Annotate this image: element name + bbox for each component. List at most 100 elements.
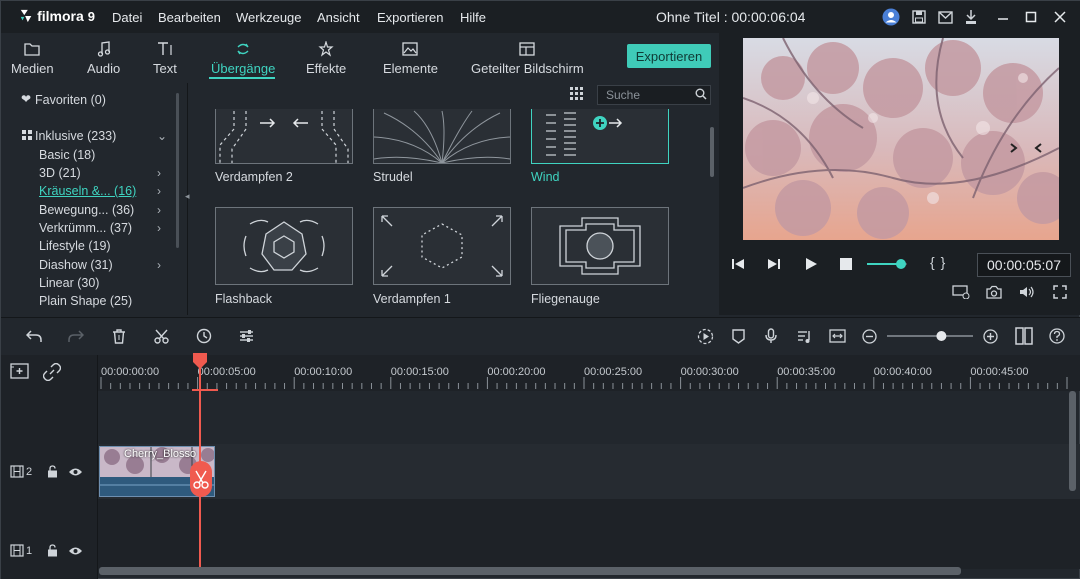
transition-thumb-verdampfen-2[interactable] [215, 109, 353, 164]
transition-label: Flashback [215, 292, 272, 306]
sidebar-item-bewegung[interactable]: Bewegung... (36) [39, 203, 134, 217]
zoom-in-icon[interactable] [981, 327, 999, 345]
ruler-tick-label: 00:00:10:00 [294, 366, 352, 378]
menu-hilfe[interactable]: Hilfe [460, 10, 486, 25]
zoom-out-icon[interactable] [860, 327, 878, 345]
timeline-vertical-scrollbar[interactable] [1069, 391, 1076, 491]
render-preview-icon[interactable] [952, 285, 970, 299]
transition-thumb-verdampfen-1[interactable] [373, 207, 511, 285]
mark-in-out-icon[interactable]: {} [930, 254, 951, 270]
chevron-down-icon[interactable]: ⌄ [157, 129, 167, 143]
gallery-scrollbar[interactable] [710, 127, 714, 177]
marker-shield-icon[interactable] [729, 327, 747, 345]
tab-label: Effekte [306, 61, 347, 76]
split-scissors-button[interactable] [190, 461, 212, 497]
tab-medien[interactable]: Medien [11, 41, 54, 76]
help-icon[interactable] [1048, 327, 1066, 345]
sidebar-item-diashow[interactable]: Diashow (31) [39, 258, 113, 272]
chevron-right-icon[interactable]: › [157, 203, 161, 217]
fit-timeline-icon[interactable] [828, 327, 846, 345]
sidebar-item-kraeuseln[interactable]: Kräuseln &... (16) [39, 184, 136, 198]
columns-layout-icon[interactable] [1015, 327, 1033, 345]
sidebar-item-basic[interactable]: Basic (18) [39, 148, 95, 162]
lock-icon[interactable] [47, 465, 58, 478]
export-button[interactable]: Exportieren [627, 44, 711, 68]
brand-name: filmora [37, 8, 84, 24]
snapshot-camera-icon[interactable] [986, 285, 1002, 299]
image-icon [402, 41, 419, 57]
fullscreen-icon[interactable] [1053, 285, 1067, 299]
menu-exportieren[interactable]: Exportieren [377, 10, 443, 25]
transition-thumb-flashback[interactable] [215, 207, 353, 285]
account-icon[interactable] [882, 8, 900, 26]
microphone-icon[interactable] [762, 327, 780, 345]
grid-view-icon[interactable] [570, 87, 583, 100]
stop-icon[interactable] [840, 258, 852, 270]
render-icon[interactable] [696, 327, 714, 345]
add-track-icon[interactable] [10, 363, 30, 379]
tab-effekte[interactable]: Effekte [306, 41, 346, 76]
speed-clock-icon[interactable] [195, 327, 213, 345]
adjust-sliders-icon[interactable] [237, 327, 255, 345]
sidebar-inclusive[interactable]: Inklusive (233) [35, 129, 116, 143]
cut-scissors-icon[interactable] [152, 327, 170, 345]
maximize-icon[interactable] [1022, 8, 1040, 26]
transition-thumb-fliegenauge[interactable] [531, 207, 669, 285]
tab-audio[interactable]: Audio [87, 41, 120, 76]
zoom-slider[interactable] [887, 329, 973, 343]
minimize-icon[interactable] [994, 8, 1012, 26]
close-icon[interactable] [1051, 8, 1069, 26]
menu-werkzeuge[interactable]: Werkzeuge [236, 10, 302, 25]
tab-label: Geteilter Bildschirm [471, 61, 584, 76]
transition-label: Strudel [373, 170, 413, 184]
menu-ansicht[interactable]: Ansicht [317, 10, 360, 25]
chevron-right-icon[interactable]: › [157, 166, 161, 180]
sidebar-item-linear[interactable]: Linear (30) [39, 276, 99, 290]
voiceover-music-icon[interactable] [795, 327, 813, 345]
tab-uebergaenge[interactable]: Übergänge [211, 41, 275, 76]
sidebar-item-verkruemm[interactable]: Verkrümm... (37) [39, 221, 132, 235]
step-forward-icon[interactable] [767, 257, 781, 271]
chevron-right-icon[interactable]: › [157, 258, 161, 272]
step-back-icon[interactable] [731, 257, 745, 271]
eye-icon[interactable] [68, 467, 83, 477]
download-icon[interactable] [962, 8, 980, 26]
mail-icon[interactable] [936, 8, 954, 26]
collapse-arrow-icon[interactable]: ◂ [185, 191, 190, 202]
playhead-range-marker [192, 389, 218, 391]
tab-elemente[interactable]: Elemente [383, 41, 438, 76]
eye-icon[interactable] [68, 546, 83, 556]
heart-icon: ❤ [21, 92, 32, 106]
link-icon[interactable] [43, 363, 61, 381]
sidebar-favorites[interactable]: Favoriten (0) [35, 93, 106, 107]
play-icon[interactable] [804, 257, 818, 271]
sidebar-item-plain-shape[interactable]: Plain Shape (25) [39, 294, 132, 308]
menu-bearbeiten[interactable]: Bearbeiten [158, 10, 221, 25]
transition-thumb-strudel[interactable] [373, 109, 511, 164]
playback-progress-slider[interactable] [867, 257, 907, 271]
video-track-1[interactable] [98, 499, 1080, 569]
sidebar-scrollbar[interactable] [176, 93, 179, 248]
transition-label: Wind [531, 170, 560, 184]
menu-datei[interactable]: Datei [112, 10, 142, 25]
timeline-ruler[interactable]: 00:00:00:00 00:00:05:00 00:00:10:00 00:00:1… [98, 355, 1080, 391]
sidebar-item-lifestyle[interactable]: Lifestyle (19) [39, 239, 111, 253]
transition-thumb-wind[interactable] [531, 109, 669, 164]
video-track-2[interactable] [98, 444, 1080, 499]
volume-icon[interactable] [1019, 285, 1035, 299]
redo-icon[interactable] [67, 327, 85, 345]
chevron-right-icon[interactable]: › [157, 221, 161, 235]
playhead-handle[interactable] [193, 353, 207, 369]
search-icon[interactable] [695, 88, 707, 100]
save-icon[interactable] [910, 8, 928, 26]
chevron-right-icon[interactable]: › [157, 184, 161, 198]
search-input[interactable]: Suche [597, 85, 711, 105]
lock-icon[interactable] [47, 544, 58, 557]
sidebar-item-3d[interactable]: 3D (21) [39, 166, 81, 180]
ruler-tick-label: 00:00:30:00 [681, 366, 739, 378]
tab-geteilter-bildschirm[interactable]: Geteilter Bildschirm [471, 41, 584, 76]
undo-icon[interactable] [25, 327, 43, 345]
delete-icon[interactable] [110, 327, 128, 345]
tab-text[interactable]: Text [153, 41, 177, 76]
timeline-horizontal-scrollbar[interactable] [99, 567, 961, 575]
